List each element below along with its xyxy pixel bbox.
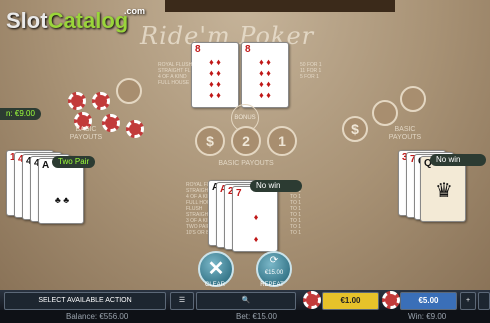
left-hand-result: Two Pair (52, 156, 96, 168)
center-hand-result: No win (250, 180, 302, 192)
center-basic-payouts: BASIC PAYOUTS (218, 160, 274, 167)
chip-1-value[interactable]: €1.00 (322, 292, 379, 310)
right-bet-spot-2[interactable] (400, 86, 426, 112)
chip-1-icon[interactable] (303, 291, 321, 309)
zoom-button[interactable]: 🔍 (196, 292, 296, 310)
clear-label: CLEAR (204, 282, 225, 288)
dealer-card-1: 8 ♦ ♦ ♦ ♦ ♦ ♦ ♦ ♦ (191, 42, 239, 108)
repeat-icon: ⟳ (269, 255, 279, 266)
chip-stack (92, 92, 110, 110)
right-bonus-bubble[interactable] (372, 100, 398, 126)
left-basic-payouts: BASIC PAYOUTS (69, 126, 103, 141)
dealer-card-2: 8 ♦ ♦ ♦ ♦ ♦ ♦ ♦ ♦ (241, 42, 289, 108)
chip-stack (126, 120, 144, 138)
game-screen: { "brand": {"slot": "Slot", "catalog": "… (0, 0, 490, 323)
balance-text: Balance: €556.00 (66, 312, 129, 321)
select-action-box: SELECT AVAILABLE ACTION (4, 292, 166, 310)
right-hand-result: No win (430, 154, 486, 166)
magnifier-icon: 🔍 (241, 297, 251, 304)
left-bonus-bubble[interactable] (116, 78, 142, 104)
top-bar (165, 0, 395, 12)
bet-text: Bet: €15.00 (236, 312, 277, 321)
chip-stack (68, 92, 86, 110)
bet-spot-1[interactable]: 1 (267, 126, 297, 156)
repeat-label: REPEAT (260, 282, 284, 288)
brand-logo: SlotCatalog .com (6, 6, 146, 33)
right-bet-spot-dollar[interactable]: $ (342, 116, 368, 142)
menu-icon: ☰ (178, 297, 186, 304)
win-text: Win: €9.00 (408, 312, 447, 321)
extra-button[interactable] (478, 292, 490, 310)
menu-button[interactable]: ☰ (170, 292, 194, 310)
plus-icon: + (465, 297, 471, 304)
close-icon: ✕ (207, 258, 225, 280)
right-basic-payouts: BASIC PAYOUTS (388, 126, 422, 141)
bet-spot-2[interactable]: 2 (231, 126, 261, 156)
dealer-paytable-right: 50 FOR 1 11 FOR 1 5 FOR 1 (300, 62, 322, 80)
chip-2-icon[interactable] (382, 291, 400, 309)
center-hand-card-4: 7 ♦ ♦ (232, 186, 278, 252)
bet-spot-dollar[interactable]: $ (195, 126, 225, 156)
left-bet-label: n: €9.00 (0, 108, 41, 120)
chip-2-value[interactable]: €5.00 (400, 292, 457, 310)
add-chip-button[interactable]: + (460, 292, 476, 310)
dealer-paytable-left: ROYAL FLUSH STRAIGHT FL 4 OF A KIND FULL… (158, 62, 193, 86)
